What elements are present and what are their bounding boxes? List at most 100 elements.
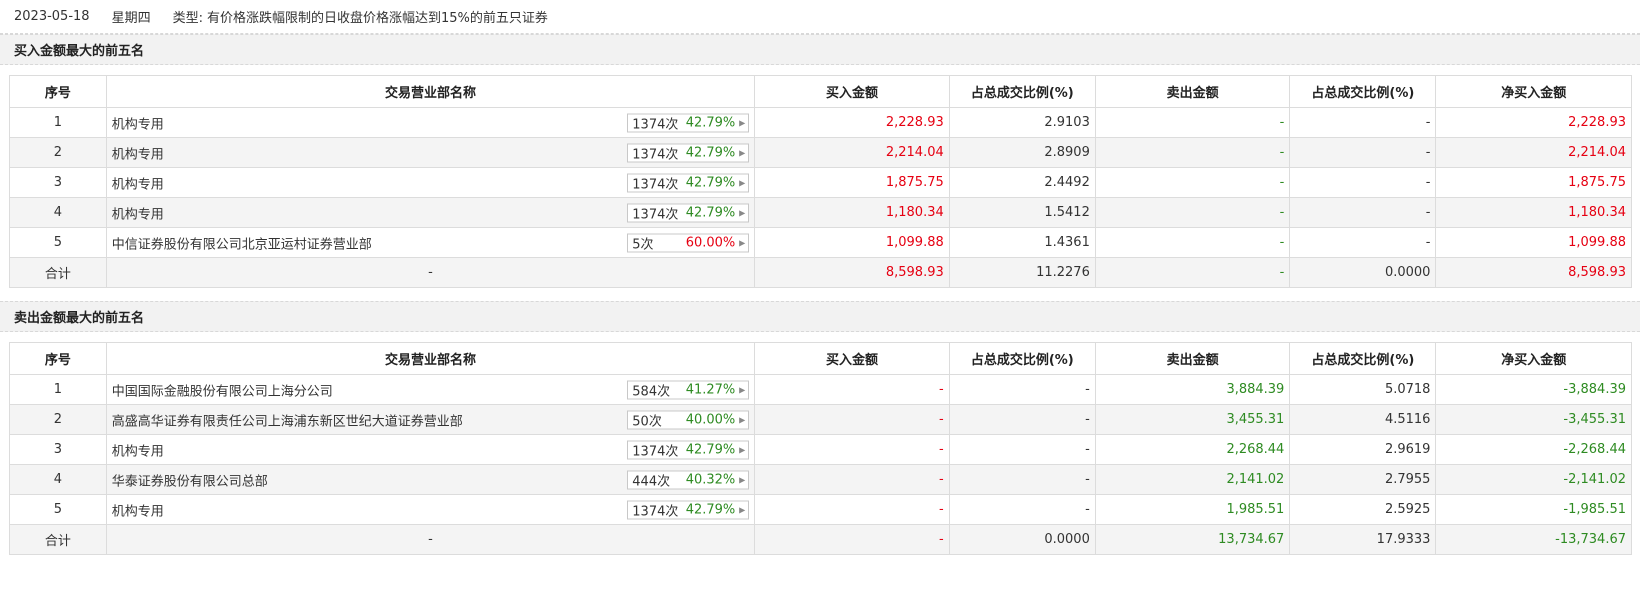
sell-amount: -: [1094, 227, 1291, 258]
net-amount: -3,455.31: [1435, 404, 1632, 435]
buy-amount: 2,214.04: [754, 137, 950, 168]
type-value: 有价格涨跌幅限制的日收盘价格涨幅达到15%的前五只证券: [206, 11, 548, 26]
branch-stats-button[interactable]: 444次 40.32% ▶: [627, 470, 750, 489]
caret-right-icon: ▶: [739, 208, 746, 217]
buy-ratio: -: [948, 374, 1096, 405]
table-row: 1 机构专用 1374次 42.79% ▶ 2,228.93 2.9103 - …: [9, 107, 1632, 138]
branch-name: 机构专用: [111, 444, 164, 459]
buy-section-title: 买入金额最大的前五名: [0, 34, 1640, 65]
listing-count: 444次: [632, 474, 671, 489]
caret-right-icon: ▶: [739, 178, 746, 187]
branch-stats-button[interactable]: 1374次 42.79% ▶: [627, 143, 750, 162]
rank-cell: 4: [9, 464, 107, 495]
total-sell-ratio: 0.0000: [1289, 257, 1437, 288]
branch-stats-button[interactable]: 1374次 42.79% ▶: [627, 500, 750, 519]
total-buy-ratio: 0.0000: [948, 524, 1096, 555]
col-net-amount: 净买入金额: [1435, 342, 1632, 375]
sell-ratio: -: [1289, 227, 1437, 258]
branch-cell: 机构专用 1374次 42.79% ▶: [105, 494, 756, 525]
total-net-amount: -13,734.67: [1435, 524, 1632, 555]
sell-table: 序号 交易营业部名称 买入金额 占总成交比例(%) 卖出金额 占总成交比例(%)…: [9, 342, 1632, 555]
listing-count: 1374次: [632, 444, 679, 459]
rank-cell: 3: [9, 167, 107, 198]
buy-amount: -: [754, 374, 950, 405]
total-buy-amount: 8,598.93: [754, 257, 950, 288]
win-rate: 40.00%: [685, 412, 736, 427]
buy-amount: 1,099.88: [754, 227, 950, 258]
listing-count: 50次: [632, 414, 662, 429]
caret-right-icon: ▶: [739, 415, 746, 424]
sell-amount: 3,455.31: [1094, 404, 1291, 435]
branch-name: 机构专用: [111, 207, 164, 222]
net-amount: -2,268.44: [1435, 434, 1632, 465]
rank-cell: 2: [9, 137, 107, 168]
win-rate: 42.79%: [685, 115, 736, 130]
win-rate: 40.32%: [685, 472, 736, 487]
buy-ratio: -: [948, 494, 1096, 525]
buy-amount: 2,228.93: [754, 107, 950, 138]
rank-cell: 3: [9, 434, 107, 465]
branch-name: 高盛高华证券有限责任公司上海浦东新区世纪大道证券营业部: [111, 414, 463, 429]
caret-right-icon: ▶: [739, 505, 746, 514]
sell-section-title: 卖出金额最大的前五名: [0, 301, 1640, 332]
trade-date: 2023-05-18: [14, 9, 90, 24]
buy-amount: -: [754, 464, 950, 495]
caret-right-icon: ▶: [739, 238, 746, 247]
sell-ratio: 5.0718: [1289, 374, 1437, 405]
sell-table-header: 序号 交易营业部名称 买入金额 占总成交比例(%) 卖出金额 占总成交比例(%)…: [9, 342, 1632, 375]
listing-count: 584次: [632, 384, 671, 399]
branch-stats-button[interactable]: 584次 41.27% ▶: [627, 380, 750, 399]
listing-count: 1374次: [632, 207, 679, 222]
table-row: 2 机构专用 1374次 42.79% ▶ 2,214.04 2.8909 - …: [9, 137, 1632, 168]
sell-amount: 2,268.44: [1094, 434, 1291, 465]
branch-name: 机构专用: [111, 504, 164, 519]
branch-stats-button[interactable]: 1374次 42.79% ▶: [627, 440, 750, 459]
listing-count: 1374次: [632, 504, 679, 519]
col-buy-amount: 买入金额: [754, 342, 950, 375]
total-name: -: [105, 257, 756, 288]
sell-ratio: -: [1289, 107, 1437, 138]
listing-count: 1374次: [632, 147, 679, 162]
table-row: 5 中信证券股份有限公司北京亚运村证券营业部 5次 60.00% ▶ 1,099…: [9, 227, 1632, 258]
total-sell-ratio: 17.9333: [1289, 524, 1437, 555]
buy-table: 序号 交易营业部名称 买入金额 占总成交比例(%) 卖出金额 占总成交比例(%)…: [9, 75, 1632, 288]
buy-amount: -: [754, 404, 950, 435]
branch-name: 机构专用: [111, 147, 164, 162]
win-rate: 60.00%: [685, 235, 736, 250]
rank-cell: 4: [9, 197, 107, 228]
col-sell-ratio: 占总成交比例(%): [1289, 75, 1437, 108]
sell-amount: 3,884.39: [1094, 374, 1291, 405]
type-label: 类型:: [172, 11, 203, 26]
branch-cell: 机构专用 1374次 42.79% ▶: [105, 137, 756, 168]
sell-ratio: 4.5116: [1289, 404, 1437, 435]
branch-stats-button[interactable]: 50次 40.00% ▶: [627, 410, 750, 429]
win-rate: 42.79%: [685, 502, 736, 517]
branch-stats-button[interactable]: 1374次 42.79% ▶: [627, 203, 750, 222]
buy-ratio: -: [948, 434, 1096, 465]
sell-ratio: 2.5925: [1289, 494, 1437, 525]
sell-ratio: -: [1289, 167, 1437, 198]
net-amount: 1,180.34: [1435, 197, 1632, 228]
table-row: 4 机构专用 1374次 42.79% ▶ 1,180.34 1.5412 - …: [9, 197, 1632, 228]
buy-ratio: 1.5412: [948, 197, 1096, 228]
branch-cell: 中信证券股份有限公司北京亚运村证券营业部 5次 60.00% ▶: [105, 227, 756, 258]
col-buy-ratio: 占总成交比例(%): [948, 75, 1096, 108]
buy-amount: -: [754, 494, 950, 525]
total-label: 合计: [9, 524, 107, 555]
branch-stats-button[interactable]: 5次 60.00% ▶: [627, 233, 750, 252]
table-row: 1 中国国际金融股份有限公司上海分公司 584次 41.27% ▶ - - 3,…: [9, 374, 1632, 405]
branch-cell: 机构专用 1374次 42.79% ▶: [105, 434, 756, 465]
branch-stats-button[interactable]: 1374次 42.79% ▶: [627, 113, 750, 132]
col-net-amount: 净买入金额: [1435, 75, 1632, 108]
net-amount: -1,985.51: [1435, 494, 1632, 525]
net-amount: 2,228.93: [1435, 107, 1632, 138]
total-buy-amount: -: [754, 524, 950, 555]
listing-count: 1374次: [632, 117, 679, 132]
rank-cell: 1: [9, 374, 107, 405]
win-rate: 41.27%: [685, 382, 736, 397]
total-row: 合计 - 8,598.93 11.2276 - 0.0000 8,598.93: [9, 257, 1632, 288]
col-branch-name: 交易营业部名称: [105, 75, 756, 108]
branch-stats-button[interactable]: 1374次 42.79% ▶: [627, 173, 750, 192]
caret-right-icon: ▶: [739, 475, 746, 484]
caret-right-icon: ▶: [739, 118, 746, 127]
